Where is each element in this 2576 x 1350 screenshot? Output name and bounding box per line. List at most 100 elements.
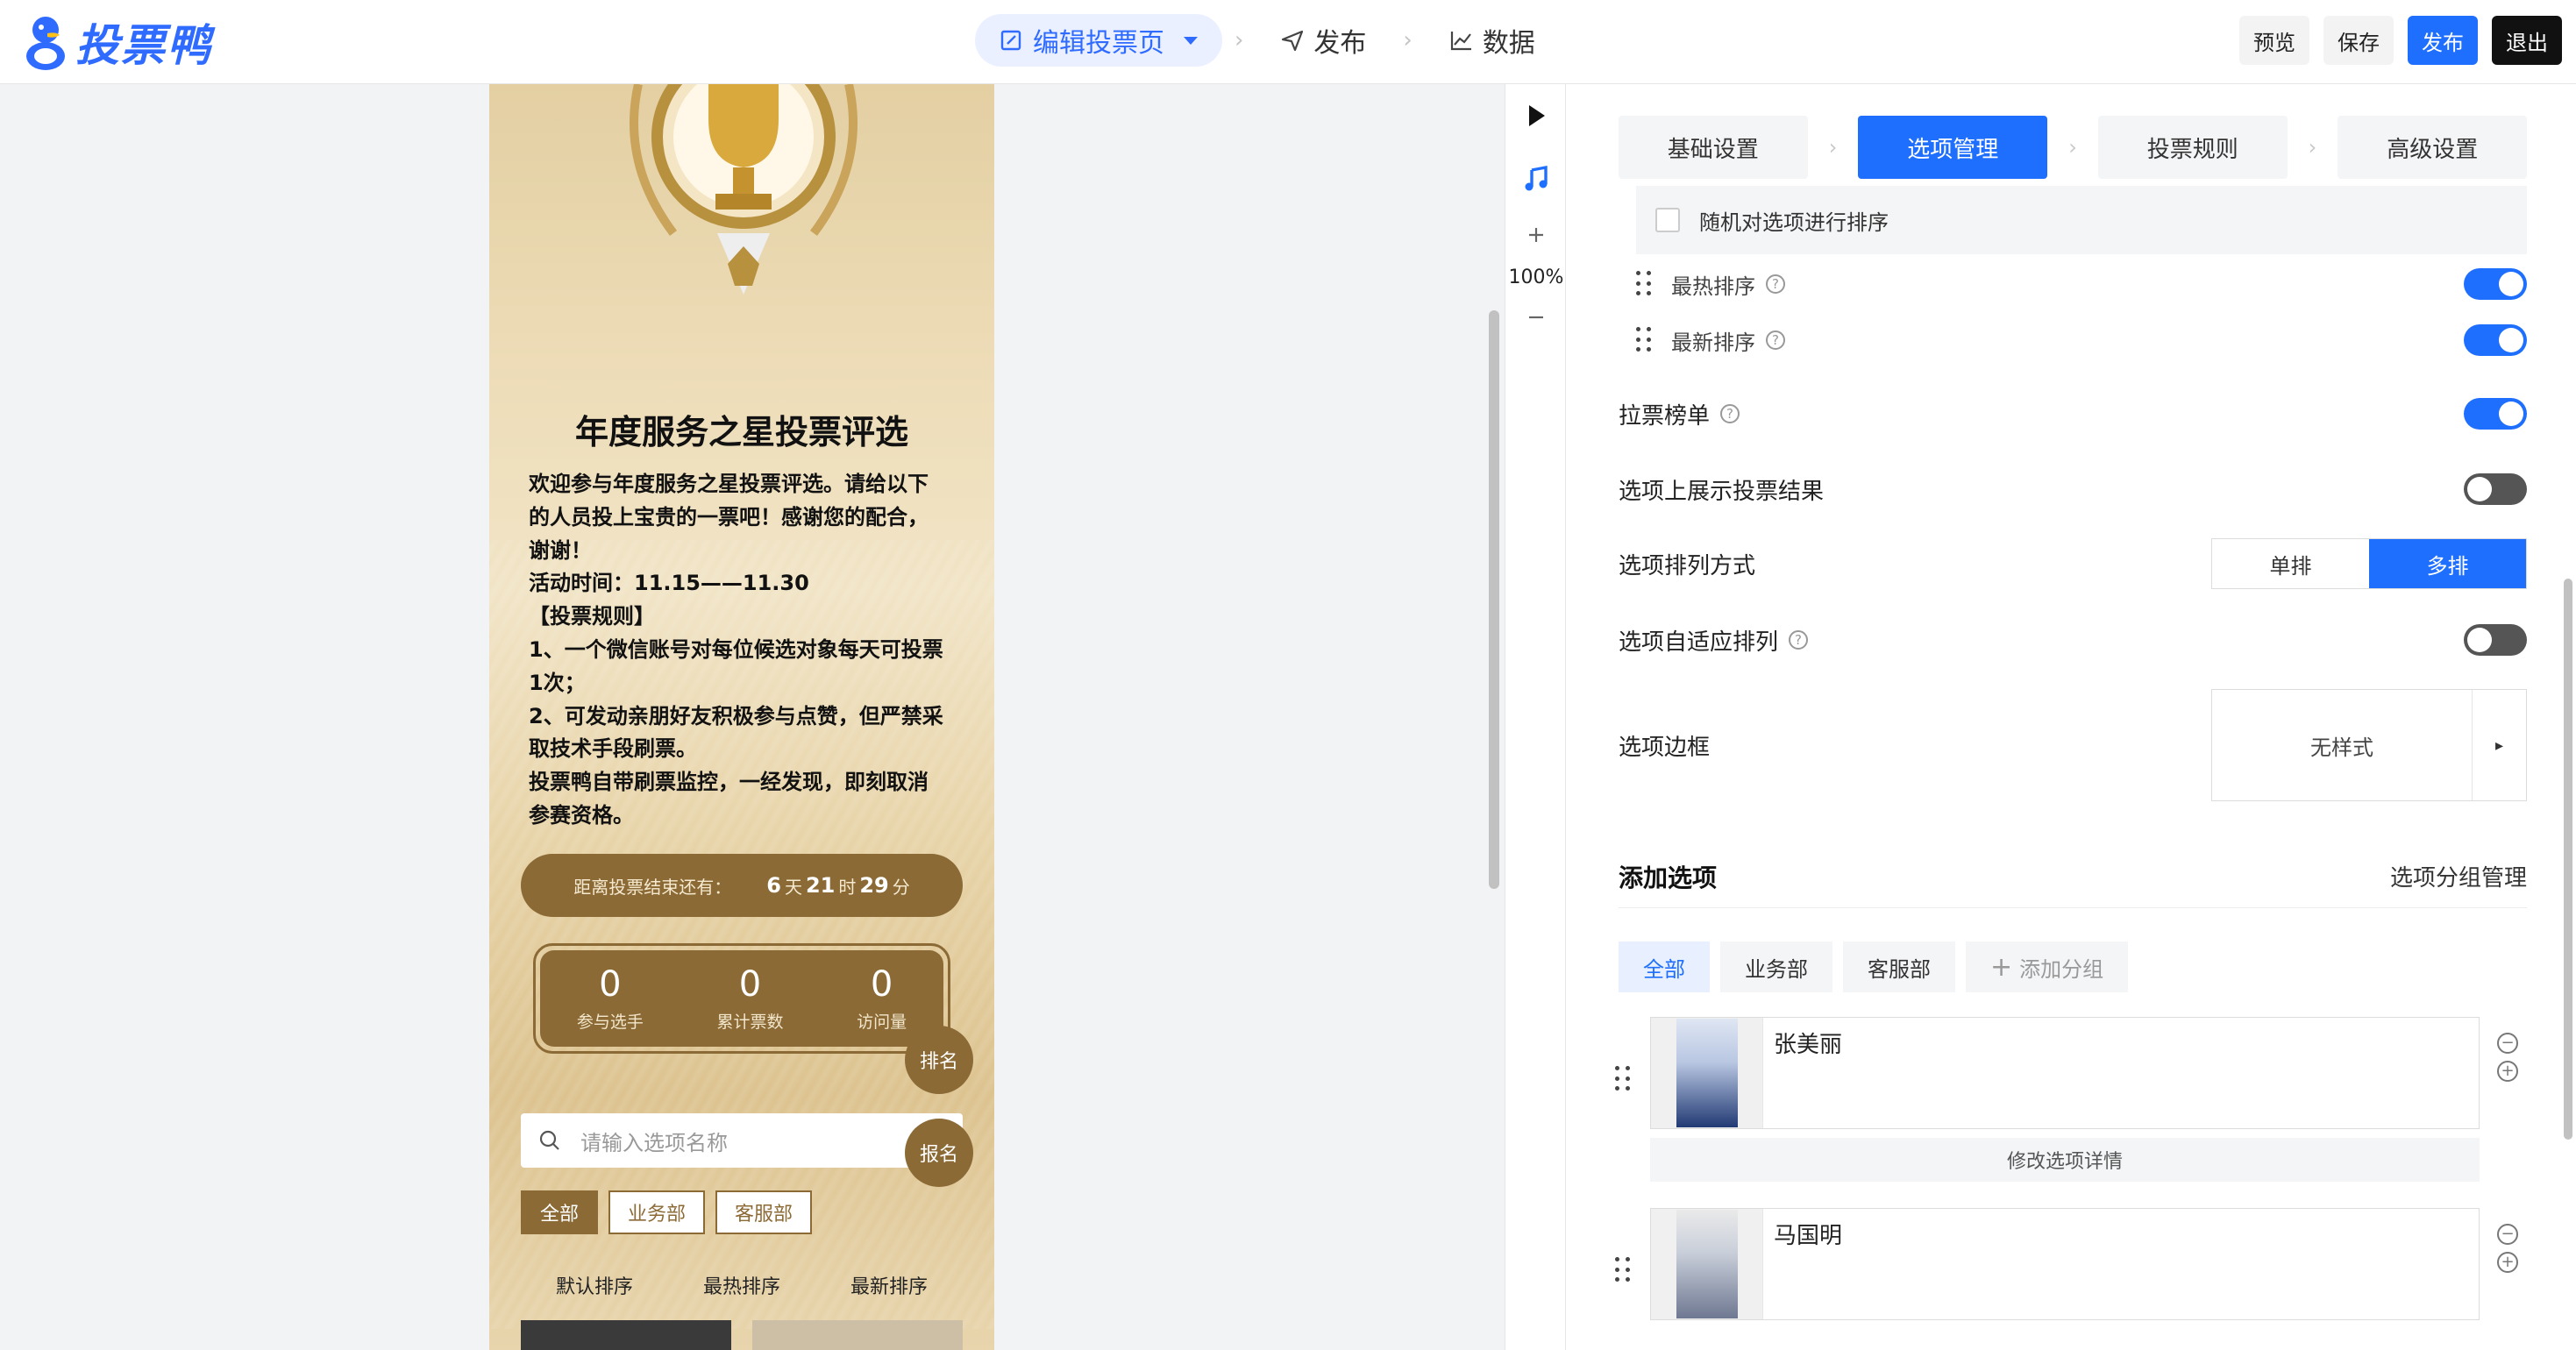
zoom-in-button[interactable]: [1505, 224, 1567, 245]
option-thumb[interactable]: [521, 1320, 731, 1350]
adaptive-row: 选项自适应排列 ?: [1619, 621, 2527, 659]
edit-option-button[interactable]: 修改选项详情: [1650, 1138, 2480, 1182]
play-icon: [1529, 105, 1545, 126]
canvass-toggle[interactable]: [2464, 398, 2527, 430]
logo[interactable]: 投票鸭: [21, 11, 212, 74]
settings-panel: 基础设置 › 选项管理 › 投票规则 › 高级设置 随机对选项进行排序 最热排序…: [1566, 84, 2576, 1350]
help-icon[interactable]: ?: [1766, 274, 1785, 294]
border-style-value: 无样式: [2310, 735, 2373, 760]
group-business[interactable]: 业务部: [1720, 941, 1832, 992]
tab-options[interactable]: 选项管理: [1858, 116, 2048, 179]
plus-icon: +: [1990, 951, 2013, 983]
settings-tabs: 基础设置 › 选项管理 › 投票规则 › 高级设置: [1619, 116, 2527, 179]
canvass-row: 拉票榜单 ?: [1619, 394, 2527, 433]
option-thumb[interactable]: [752, 1320, 963, 1350]
chevron-down-icon[interactable]: [1184, 36, 1198, 45]
phone-option-thumbs: [521, 1320, 963, 1350]
countdown-label: 距离投票结束还有：: [573, 876, 732, 898]
music-button[interactable]: [1505, 165, 1567, 193]
canvas-scrollbar[interactable]: [1489, 310, 1499, 889]
layout-multi-option[interactable]: 多排: [2369, 539, 2526, 588]
tab-basic[interactable]: 基础设置: [1619, 116, 1808, 179]
group-manage-link[interactable]: 选项分组管理: [2390, 860, 2527, 892]
search-icon: [539, 1130, 559, 1150]
zoom-out-button[interactable]: [1505, 307, 1567, 328]
publish-button[interactable]: 发布: [2408, 16, 2478, 65]
rank-button[interactable]: 排名: [905, 1026, 973, 1094]
send-icon: [1282, 30, 1304, 52]
option-controls: − +: [2497, 1033, 2518, 1082]
group-service[interactable]: 客服部: [1843, 941, 1955, 992]
stat-total-votes: 0 累计票数: [716, 963, 784, 1032]
step-data-label: 数据: [1482, 28, 1535, 59]
option-card[interactable]: 张美丽: [1650, 1017, 2480, 1129]
drag-handle-icon[interactable]: [1636, 327, 1654, 353]
add-group-button[interactable]: + 添加分组: [1966, 941, 2129, 992]
phone-tag-all[interactable]: 全部: [521, 1190, 599, 1234]
save-button[interactable]: 保存: [2323, 16, 2394, 65]
canvas-tools: 100%: [1505, 84, 1566, 1350]
layout-single-option[interactable]: 单排: [2212, 539, 2369, 588]
chevron-right-icon: ›: [2068, 135, 2077, 160]
play-button[interactable]: [1505, 102, 1567, 130]
remove-circle-icon[interactable]: −: [2497, 1033, 2518, 1054]
random-sort-label: 随机对选项进行排序: [1699, 210, 1889, 235]
caret-right-icon[interactable]: ▸: [2472, 690, 2526, 800]
step-edit-label: 编辑投票页: [1033, 28, 1164, 59]
preview-button[interactable]: 预览: [2239, 16, 2309, 65]
sort-hot[interactable]: 最热排序: [703, 1271, 780, 1299]
help-icon[interactable]: ?: [1766, 330, 1785, 350]
tab-rules[interactable]: 投票规则: [2097, 116, 2288, 179]
sort-default[interactable]: 默认排序: [556, 1271, 633, 1299]
phone-tag-service[interactable]: 客服部: [715, 1190, 813, 1234]
random-sort-checkbox[interactable]: [1655, 208, 1680, 232]
layout-row: 选项排列方式 单排 多排: [1619, 538, 2527, 589]
hot-sort-toggle[interactable]: [2464, 268, 2527, 300]
add-options-header: 添加选项 选项分组管理: [1619, 859, 2527, 908]
chevron-right-icon: ›: [1235, 27, 1244, 53]
exit-button[interactable]: 退出: [2492, 16, 2562, 65]
option-card[interactable]: 马国明: [1650, 1208, 2480, 1320]
countdown-minutes: 29: [859, 873, 889, 898]
panel-scrollbar[interactable]: [2564, 579, 2572, 1140]
signup-button[interactable]: 报名: [905, 1119, 973, 1187]
phone-tag-business[interactable]: 业务部: [608, 1190, 706, 1234]
step-edit-page[interactable]: 编辑投票页: [975, 14, 1222, 67]
group-all[interactable]: 全部: [1619, 941, 1710, 992]
stat-participants: 0 参与选手: [576, 963, 644, 1032]
drag-handle-icon[interactable]: [1615, 1257, 1633, 1283]
zoom-level: 100%: [1508, 266, 1564, 288]
sort-new[interactable]: 最新排序: [850, 1271, 928, 1299]
show-result-row: 选项上展示投票结果: [1619, 470, 2527, 508]
new-sort-row: 最新排序 ?: [1636, 323, 2527, 358]
show-result-toggle[interactable]: [2464, 473, 2527, 505]
tab-advanced[interactable]: 高级设置: [2338, 116, 2527, 179]
trophy-icon: [630, 84, 857, 295]
phone-preview[interactable]: 年度服务之星投票评选 欢迎参与年度服务之星投票评选。请给以下 的人员投上宝贵的一…: [489, 84, 994, 1350]
help-icon[interactable]: ?: [1789, 630, 1809, 650]
option-groups: 全部 业务部 客服部 + 添加分组: [1619, 941, 2129, 992]
option-controls: − +: [2497, 1224, 2518, 1273]
adaptive-toggle[interactable]: [2464, 624, 2527, 656]
help-icon[interactable]: ?: [1720, 404, 1740, 423]
phone-search-input[interactable]: 请输入选项名称: [521, 1113, 963, 1168]
new-sort-toggle[interactable]: [2464, 324, 2527, 356]
vote-description: 欢迎参与年度服务之星投票评选。请给以下 的人员投上宝贵的一票吧！感谢您的配合， …: [529, 472, 943, 828]
add-circle-icon[interactable]: +: [2497, 1061, 2518, 1082]
countdown-bar: 距离投票结束还有： 6天 21 时 29 分: [521, 854, 963, 917]
remove-circle-icon[interactable]: −: [2497, 1224, 2518, 1245]
add-circle-icon[interactable]: +: [2497, 1252, 2518, 1273]
chevron-right-icon: ›: [2308, 135, 2317, 160]
phone-group-tags: 全部 业务部 客服部: [521, 1190, 813, 1234]
countdown-hours: 21: [805, 873, 836, 898]
duck-logo-icon: [26, 17, 65, 70]
drag-handle-icon[interactable]: [1636, 271, 1654, 297]
chevron-right-icon: ›: [1828, 135, 1838, 160]
minus-icon: [1529, 316, 1543, 319]
step-publish[interactable]: 发布: [1256, 14, 1391, 67]
option-image[interactable]: [1651, 1209, 1763, 1319]
drag-handle-icon[interactable]: [1615, 1066, 1633, 1092]
option-image[interactable]: [1651, 1018, 1763, 1128]
border-style-select[interactable]: 无样式 ▸: [2211, 689, 2527, 801]
step-data[interactable]: 数据: [1425, 14, 1560, 67]
